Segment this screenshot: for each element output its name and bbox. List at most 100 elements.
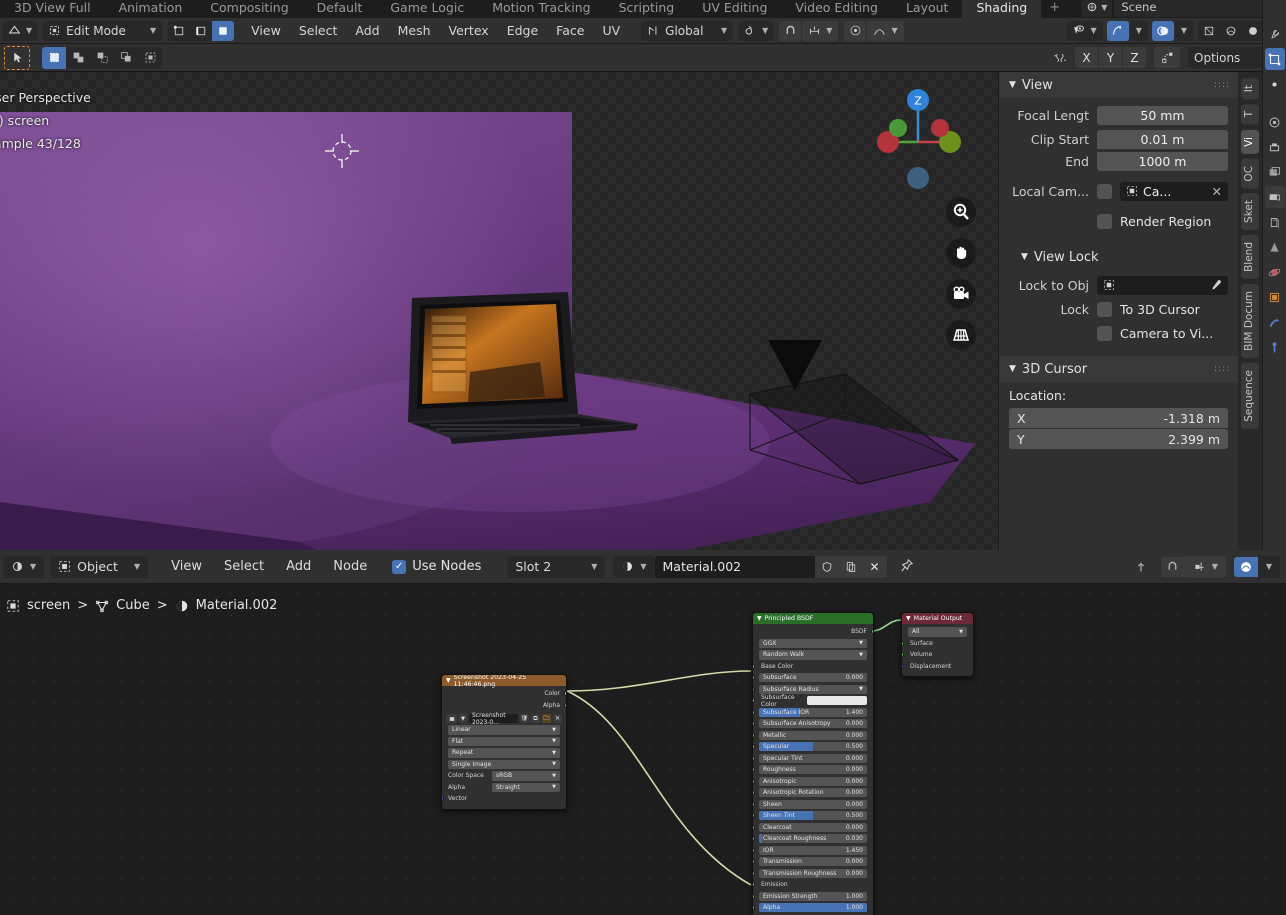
socket-anisotropic-rotation[interactable] xyxy=(753,790,755,796)
socket-alpha[interactable] xyxy=(564,702,566,708)
local-camera-value[interactable]: Ca... xyxy=(1143,184,1171,199)
image-name-field[interactable]: Screenshot 2023-0... xyxy=(469,712,518,726)
socket-volume[interactable] xyxy=(902,652,904,658)
sidebar-tab-vi[interactable]: Vi xyxy=(1241,129,1259,154)
properties-icon-column[interactable] xyxy=(1262,0,1286,550)
fake-user-icon[interactable]: 🛡 xyxy=(520,713,529,724)
socket-subsurface-radius[interactable] xyxy=(753,686,755,692)
bsdf-row-anisotropic-rotation[interactable]: Anisotropic Rotation 0.000 xyxy=(753,787,873,799)
view3d-menu-view[interactable]: View xyxy=(242,21,290,41)
tweak-select-button[interactable] xyxy=(42,46,66,69)
socket-bsdf[interactable] xyxy=(871,629,873,635)
wireframe-shading-button[interactable] xyxy=(1198,21,1220,41)
workspace-tab-motion-tracking[interactable]: Motion Tracking xyxy=(478,0,604,18)
tool-select-mode-group[interactable] xyxy=(42,46,162,69)
sidebar-tab-t[interactable]: T xyxy=(1241,104,1259,125)
node-shading-toggle[interactable] xyxy=(1233,556,1258,577)
visibility-selector[interactable]: ▼ xyxy=(1065,20,1103,41)
object-data-properties-icon[interactable] xyxy=(1265,236,1285,258)
bsdf-row-emission-strength[interactable]: Emission Strength 1.000 xyxy=(753,891,873,903)
image-texture-output-color[interactable]: Color xyxy=(442,688,566,700)
breadcrumb-item-material[interactable]: Material.002 xyxy=(196,598,278,613)
symmetry-axis-y[interactable]: Y xyxy=(1099,47,1122,68)
snap-magnet-toggle[interactable] xyxy=(779,20,802,41)
socket-sheen-tint[interactable] xyxy=(753,813,755,819)
lock-to-3d-cursor-checkbox[interactable] xyxy=(1097,301,1112,317)
socket-transmission-roughness[interactable] xyxy=(753,870,755,876)
material-output-node-header[interactable]: ▼ Material Output xyxy=(902,613,973,624)
bsdf-row-subsurface-ior[interactable]: Subsurface IOR 1.400 xyxy=(753,707,873,719)
workspace-tab-scripting[interactable]: Scripting xyxy=(605,0,689,18)
color-swatch[interactable] xyxy=(807,696,867,706)
workspace-tab-default[interactable]: Default xyxy=(303,0,377,18)
bsdf-row-clearcoat[interactable]: Clearcoat 0.000 xyxy=(753,822,873,834)
view3d-menu-uv[interactable]: UV xyxy=(593,21,629,41)
image-texture-dropdown-3[interactable]: Single Image ▼ xyxy=(448,759,560,771)
sidebar-tab-sket[interactable]: Sket xyxy=(1241,193,1259,231)
select-extend-button[interactable] xyxy=(66,47,90,69)
transform-orientation-selector[interactable]: Global ▼ xyxy=(641,20,734,41)
bsdf-row-sheen-tint[interactable]: Sheen Tint 0.500 xyxy=(753,810,873,822)
clip-start-field[interactable]: 0.01 m xyxy=(1097,129,1228,149)
sidebar-tab-strip[interactable]: It T Vi OC Sket Blend BIM Docum Sequence xyxy=(1238,72,1262,550)
principled-bsdf-node-header[interactable]: ▼ Principled BSDF xyxy=(753,613,873,624)
color-space-dropdown[interactable]: sRGB ▼ xyxy=(492,771,560,781)
copy-icon[interactable]: ⧉ xyxy=(531,713,540,724)
panel-drag-handle[interactable]: :::: xyxy=(1214,365,1229,374)
bsdf-row-base-color[interactable]: Base Color xyxy=(753,661,873,673)
socket-clearcoat[interactable] xyxy=(753,824,755,830)
view3d-sidebar[interactable]: ▼ View :::: Focal Lengt 50 mm Clip Start… xyxy=(998,72,1238,550)
sidebar-tab-oc[interactable]: OC xyxy=(1241,158,1259,189)
pin-button[interactable] xyxy=(899,558,914,576)
symmetry-axis-z[interactable]: Z xyxy=(1123,47,1146,68)
local-camera-checkbox[interactable] xyxy=(1097,183,1112,199)
viewlayer-properties-icon[interactable] xyxy=(1265,161,1285,183)
socket-subsurface-anisotropy[interactable] xyxy=(753,721,755,727)
bsdf-row-transmission[interactable]: Transmission 0.000 xyxy=(753,856,873,868)
material-output-input-displacement[interactable]: Displacement xyxy=(902,661,973,673)
lock-camera-to-view-checkbox[interactable] xyxy=(1097,325,1112,341)
use-nodes-toggle[interactable]: ✓ Use Nodes xyxy=(392,559,481,574)
view3d-menu-add[interactable]: Add xyxy=(346,21,388,41)
clip-end-field[interactable]: 1000 m xyxy=(1097,151,1228,171)
workspace-tab-game-logic[interactable]: Game Logic xyxy=(376,0,478,18)
socket-subsurface[interactable] xyxy=(753,675,755,681)
material-output-target-row[interactable]: All ▼ xyxy=(902,626,973,638)
bsdf-row-anisotropic[interactable]: Anisotropic 0.000 xyxy=(753,776,873,788)
material-browse-button[interactable]: ▼ xyxy=(613,555,655,578)
shader-type-selector[interactable]: Object ▼ xyxy=(50,555,149,578)
go-to-parent-button[interactable] xyxy=(1129,557,1153,577)
scene-properties-icon[interactable] xyxy=(1264,186,1285,208)
node-menu-node[interactable]: Node xyxy=(322,559,378,574)
bsdf-row-emission[interactable]: Emission xyxy=(753,879,873,891)
image-texture-node-header[interactable]: ▼ Screenshot 2023-04-25 11:46:46.png xyxy=(442,675,566,688)
node-shading-settings[interactable]: ▼ xyxy=(1257,555,1280,578)
sidebar-tab-blend[interactable]: Blend xyxy=(1241,235,1259,279)
scene-browse-button[interactable]: ▼ xyxy=(1081,0,1113,17)
breadcrumb-item-object[interactable]: screen xyxy=(27,598,70,613)
object-properties-icon[interactable] xyxy=(1264,48,1285,70)
socket-specular[interactable] xyxy=(753,744,755,750)
folder-icon[interactable]: 🗀 xyxy=(542,713,551,724)
workspace-tabs[interactable]: 3D View Full Animation Compositing Default G… xyxy=(0,0,1068,18)
world-properties-icon[interactable] xyxy=(1265,211,1285,233)
tool-properties-icon[interactable] xyxy=(1265,23,1285,45)
color-space-row[interactable]: Color Space sRGB ▼ xyxy=(442,770,566,782)
bsdf-row-clearcoat-roughness[interactable]: Clearcoat Roughness 0.030 xyxy=(753,833,873,845)
bsdf-row-subsurface-anisotropy[interactable]: Subsurface Anisotropy 0.000 xyxy=(753,718,873,730)
editor-type-selector[interactable]: ▼ xyxy=(2,20,39,41)
add-workspace-button[interactable]: + xyxy=(1041,0,1068,18)
toggle-perspective-button[interactable] xyxy=(946,320,976,350)
fake-user-button[interactable] xyxy=(814,555,839,578)
alpha-mode-row[interactable]: Alpha Straight ▼ xyxy=(442,782,566,794)
render-properties-icon[interactable] xyxy=(1265,111,1285,133)
chevron-down-icon[interactable]: ▼ xyxy=(459,713,467,724)
cursor-y-value[interactable]: 2.399 m xyxy=(1168,432,1220,447)
image-texture-input-vector[interactable]: Vector xyxy=(442,793,566,805)
image-texture-dropdown-0[interactable]: Linear ▼ xyxy=(448,724,560,736)
editor-type-selector-node[interactable]: ▼ xyxy=(3,555,45,578)
workspace-tab-uv-editing[interactable]: UV Editing xyxy=(688,0,781,18)
cursor-panel-header[interactable]: ▼ 3D Cursor :::: xyxy=(999,356,1238,382)
cursor-y-row[interactable]: Y 2.399 m xyxy=(1009,429,1228,449)
workspace-tab-compositing[interactable]: Compositing xyxy=(196,0,302,18)
